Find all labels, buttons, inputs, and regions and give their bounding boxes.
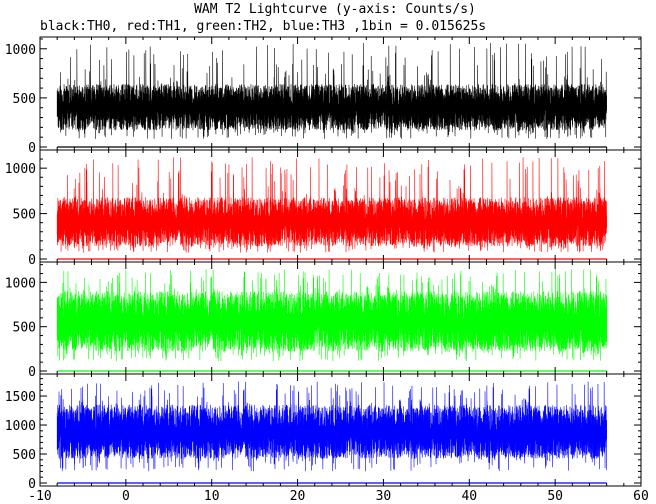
x-tick-label: 30 bbox=[376, 489, 392, 504]
lightcurve-chart: WAM T2 Lightcurve (y-axis: Counts/s) bla… bbox=[5, 2, 649, 504]
y-tick-label: 1500 bbox=[5, 390, 36, 405]
y-tick-label: 500 bbox=[13, 92, 36, 107]
y-tick-label: 500 bbox=[13, 208, 36, 223]
th2-lightcurve bbox=[56, 269, 607, 372]
x-tick-label: 20 bbox=[290, 489, 306, 504]
x-tick-label: 40 bbox=[461, 489, 477, 504]
th2-trace bbox=[56, 269, 607, 362]
y-tick-label: 0 bbox=[28, 253, 36, 268]
th3-trace bbox=[56, 381, 607, 472]
th1-trace bbox=[56, 157, 607, 253]
panel-th3: 050010001500 bbox=[5, 373, 642, 492]
y-tick-label: 500 bbox=[13, 448, 36, 463]
th3-lightcurve bbox=[56, 381, 607, 484]
y-tick-label: 0 bbox=[28, 141, 36, 156]
y-tick-label: 0 bbox=[28, 365, 36, 380]
x-tick-label: 10 bbox=[204, 489, 220, 504]
x-tick-label: 0 bbox=[122, 489, 130, 504]
th0-trace bbox=[56, 42, 607, 140]
x-tick-label: -10 bbox=[28, 489, 51, 504]
y-tick-label: 1000 bbox=[5, 419, 36, 434]
x-tick-label: 50 bbox=[547, 489, 563, 504]
panel-th1: 0 500 1000 bbox=[5, 149, 642, 268]
y-tick-label: 1000 bbox=[5, 162, 36, 177]
x-tick-label: 60 bbox=[633, 489, 649, 504]
th1-lightcurve bbox=[56, 157, 607, 260]
th0-lightcurve bbox=[56, 42, 607, 148]
y-tick-label: 1000 bbox=[5, 43, 36, 58]
chart-title: WAM T2 Lightcurve (y-axis: Counts/s) bbox=[194, 2, 476, 17]
panel-th2: 0 500 1000 bbox=[5, 261, 642, 380]
panel-th0: 0 500 1000 bbox=[5, 36, 642, 156]
y-tick-label: 1000 bbox=[5, 276, 36, 291]
chart-subtitle: black:TH0, red:TH1, green:TH2, blue:TH3 … bbox=[40, 19, 486, 34]
y-tick-label: 500 bbox=[13, 321, 36, 336]
